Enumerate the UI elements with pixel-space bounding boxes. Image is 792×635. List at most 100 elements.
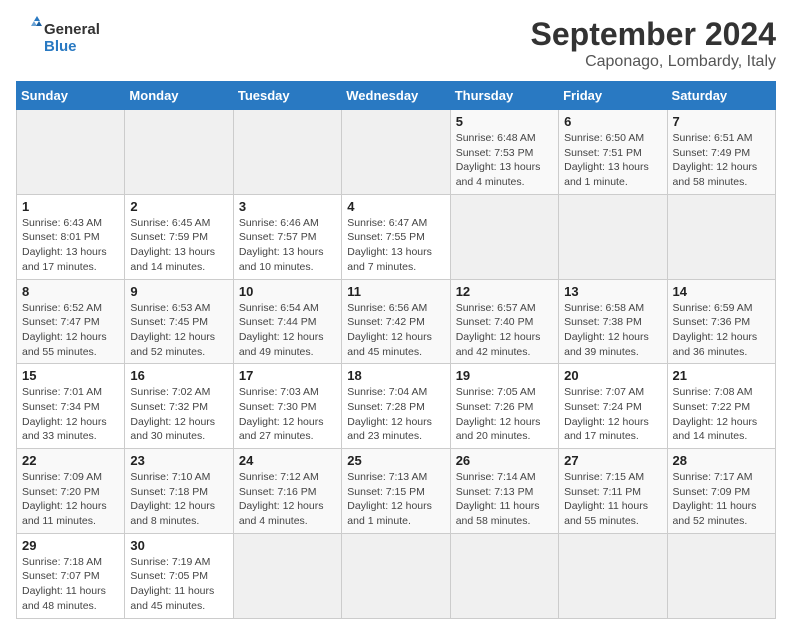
day-info: Sunrise: 6:54 AMSunset: 7:44 PMDaylight:… bbox=[239, 301, 336, 360]
calendar-cell bbox=[450, 194, 558, 279]
day-number: 24 bbox=[239, 453, 336, 468]
calendar-cell bbox=[559, 194, 667, 279]
day-number: 26 bbox=[456, 453, 553, 468]
calendar-cell: 2 Sunrise: 6:45 AMSunset: 7:59 PMDaylight… bbox=[125, 194, 233, 279]
calendar-table: SundayMondayTuesdayWednesdayThursdayFrid… bbox=[16, 81, 776, 619]
calendar-cell: 3Sunrise: 6:46 AMSunset: 7:57 PMDaylight… bbox=[233, 194, 341, 279]
calendar-body: 5 Sunrise: 6:48 AMSunset: 7:53 PMDaylight… bbox=[17, 110, 776, 619]
day-number: 15 bbox=[22, 368, 119, 383]
day-info: Sunrise: 7:05 AMSunset: 7:26 PMDaylight:… bbox=[456, 385, 553, 444]
logo: General Blue bbox=[16, 16, 106, 61]
day-info: Sunrise: 6:46 AMSunset: 7:57 PMDaylight:… bbox=[239, 216, 336, 275]
calendar-cell: 8 Sunrise: 6:52 AMSunset: 7:47 PMDaylight… bbox=[17, 279, 125, 364]
day-number: 2 bbox=[130, 199, 227, 214]
calendar-cell: 25 Sunrise: 7:13 AMSunset: 7:15 PMDayligh… bbox=[342, 449, 450, 534]
day-number: 18 bbox=[347, 368, 444, 383]
logo-svg: General Blue bbox=[16, 16, 106, 61]
day-info: Sunrise: 7:04 AMSunset: 7:28 PMDaylight:… bbox=[347, 385, 444, 444]
day-info: Sunrise: 7:03 AMSunset: 7:30 PMDaylight:… bbox=[239, 385, 336, 444]
day-info: Sunrise: 7:12 AMSunset: 7:16 PMDaylight:… bbox=[239, 470, 336, 529]
calendar-cell: 18 Sunrise: 7:04 AMSunset: 7:28 PMDayligh… bbox=[342, 364, 450, 449]
day-number: 6 bbox=[564, 114, 661, 129]
calendar-cell: 5 Sunrise: 6:48 AMSunset: 7:53 PMDaylight… bbox=[450, 110, 558, 195]
day-number: 28 bbox=[673, 453, 770, 468]
calendar-cell bbox=[667, 533, 775, 618]
day-info: Sunrise: 6:47 AMSunset: 7:55 PMDaylight:… bbox=[347, 216, 444, 275]
calendar-cell: 16Sunrise: 7:02 AMSunset: 7:32 PMDayligh… bbox=[125, 364, 233, 449]
day-number: 11 bbox=[347, 284, 444, 299]
calendar-cell: 23 Sunrise: 7:10 AMSunset: 7:18 PMDayligh… bbox=[125, 449, 233, 534]
calendar-cell: 4Sunrise: 6:47 AMSunset: 7:55 PMDaylight… bbox=[342, 194, 450, 279]
day-info: Sunrise: 7:13 AMSunset: 7:15 PMDaylight:… bbox=[347, 470, 444, 529]
day-number: 7 bbox=[673, 114, 770, 129]
calendar-cell bbox=[17, 110, 125, 195]
day-number: 22 bbox=[22, 453, 119, 468]
calendar-cell bbox=[342, 110, 450, 195]
day-number: 17 bbox=[239, 368, 336, 383]
day-info: Sunrise: 6:48 AMSunset: 7:53 PMDaylight:… bbox=[456, 131, 553, 190]
day-number: 14 bbox=[673, 284, 770, 299]
calendar-cell: 26Sunrise: 7:14 AMSunset: 7:13 PMDayligh… bbox=[450, 449, 558, 534]
day-number: 25 bbox=[347, 453, 444, 468]
calendar-week-row: 1Sunrise: 6:43 AMSunset: 8:01 PMDaylight… bbox=[17, 194, 776, 279]
page-header: General Blue September 2024 Caponago, Lo… bbox=[16, 16, 776, 71]
calendar-cell: 14Sunrise: 6:59 AMSunset: 7:36 PMDayligh… bbox=[667, 279, 775, 364]
day-header-tuesday: Tuesday bbox=[233, 82, 341, 110]
day-number: 29 bbox=[22, 538, 119, 553]
day-info: Sunrise: 7:01 AMSunset: 7:34 PMDaylight:… bbox=[22, 385, 119, 444]
calendar-cell: 28 Sunrise: 7:17 AMSunset: 7:09 PMDayligh… bbox=[667, 449, 775, 534]
calendar-cell bbox=[450, 533, 558, 618]
calendar-cell: 9 Sunrise: 6:53 AMSunset: 7:45 PMDaylight… bbox=[125, 279, 233, 364]
month-title: September 2024 bbox=[531, 16, 776, 53]
day-info: Sunrise: 7:18 AMSunset: 7:07 PMDaylight:… bbox=[22, 555, 119, 614]
day-info: Sunrise: 7:19 AMSunset: 7:05 PMDaylight:… bbox=[130, 555, 227, 614]
day-info: Sunrise: 6:57 AMSunset: 7:40 PMDaylight:… bbox=[456, 301, 553, 360]
calendar-cell: 11Sunrise: 6:56 AMSunset: 7:42 PMDayligh… bbox=[342, 279, 450, 364]
calendar-cell bbox=[125, 110, 233, 195]
calendar-cell: 21Sunrise: 7:08 AMSunset: 7:22 PMDayligh… bbox=[667, 364, 775, 449]
calendar-cell: 22Sunrise: 7:09 AMSunset: 7:20 PMDayligh… bbox=[17, 449, 125, 534]
calendar-cell: 7 Sunrise: 6:51 AMSunset: 7:49 PMDaylight… bbox=[667, 110, 775, 195]
day-number: 27 bbox=[564, 453, 661, 468]
day-info: Sunrise: 6:53 AMSunset: 7:45 PMDaylight:… bbox=[130, 301, 227, 360]
location: Caponago, Lombardy, Italy bbox=[531, 53, 776, 71]
calendar-cell: 20Sunrise: 7:07 AMSunset: 7:24 PMDayligh… bbox=[559, 364, 667, 449]
day-info: Sunrise: 7:17 AMSunset: 7:09 PMDaylight:… bbox=[673, 470, 770, 529]
calendar-week-row: 22Sunrise: 7:09 AMSunset: 7:20 PMDayligh… bbox=[17, 449, 776, 534]
day-info: Sunrise: 7:10 AMSunset: 7:18 PMDaylight:… bbox=[130, 470, 227, 529]
day-info: Sunrise: 6:51 AMSunset: 7:49 PMDaylight:… bbox=[673, 131, 770, 190]
calendar-cell: 12Sunrise: 6:57 AMSunset: 7:40 PMDayligh… bbox=[450, 279, 558, 364]
day-number: 19 bbox=[456, 368, 553, 383]
day-info: Sunrise: 7:15 AMSunset: 7:11 PMDaylight:… bbox=[564, 470, 661, 529]
calendar-cell: 30 Sunrise: 7:19 AMSunset: 7:05 PMDayligh… bbox=[125, 533, 233, 618]
day-info: Sunrise: 6:58 AMSunset: 7:38 PMDaylight:… bbox=[564, 301, 661, 360]
day-number: 9 bbox=[130, 284, 227, 299]
calendar-cell bbox=[559, 533, 667, 618]
calendar-cell: 10Sunrise: 6:54 AMSunset: 7:44 PMDayligh… bbox=[233, 279, 341, 364]
calendar-cell bbox=[233, 533, 341, 618]
day-number: 8 bbox=[22, 284, 119, 299]
day-info: Sunrise: 6:43 AMSunset: 8:01 PMDaylight:… bbox=[22, 216, 119, 275]
calendar-cell bbox=[667, 194, 775, 279]
calendar-cell bbox=[233, 110, 341, 195]
day-header-sunday: Sunday bbox=[17, 82, 125, 110]
calendar-cell: 13 Sunrise: 6:58 AMSunset: 7:38 PMDayligh… bbox=[559, 279, 667, 364]
calendar-cell: 6Sunrise: 6:50 AMSunset: 7:51 PMDaylight… bbox=[559, 110, 667, 195]
day-header-wednesday: Wednesday bbox=[342, 82, 450, 110]
day-info: Sunrise: 6:45 AMSunset: 7:59 PMDaylight:… bbox=[130, 216, 227, 275]
day-info: Sunrise: 6:52 AMSunset: 7:47 PMDaylight:… bbox=[22, 301, 119, 360]
day-number: 5 bbox=[456, 114, 553, 129]
day-number: 23 bbox=[130, 453, 227, 468]
calendar-cell: 24 Sunrise: 7:12 AMSunset: 7:16 PMDayligh… bbox=[233, 449, 341, 534]
calendar-week-row: 8 Sunrise: 6:52 AMSunset: 7:47 PMDaylight… bbox=[17, 279, 776, 364]
calendar-cell: 1Sunrise: 6:43 AMSunset: 8:01 PMDaylight… bbox=[17, 194, 125, 279]
calendar-cell: 17 Sunrise: 7:03 AMSunset: 7:30 PMDayligh… bbox=[233, 364, 341, 449]
day-header-saturday: Saturday bbox=[667, 82, 775, 110]
day-info: Sunrise: 7:07 AMSunset: 7:24 PMDaylight:… bbox=[564, 385, 661, 444]
day-number: 21 bbox=[673, 368, 770, 383]
svg-text:Blue: Blue bbox=[44, 38, 77, 55]
calendar-week-row: 29 Sunrise: 7:18 AMSunset: 7:07 PMDayligh… bbox=[17, 533, 776, 618]
day-number: 30 bbox=[130, 538, 227, 553]
calendar-cell: 19 Sunrise: 7:05 AMSunset: 7:26 PMDayligh… bbox=[450, 364, 558, 449]
day-number: 13 bbox=[564, 284, 661, 299]
